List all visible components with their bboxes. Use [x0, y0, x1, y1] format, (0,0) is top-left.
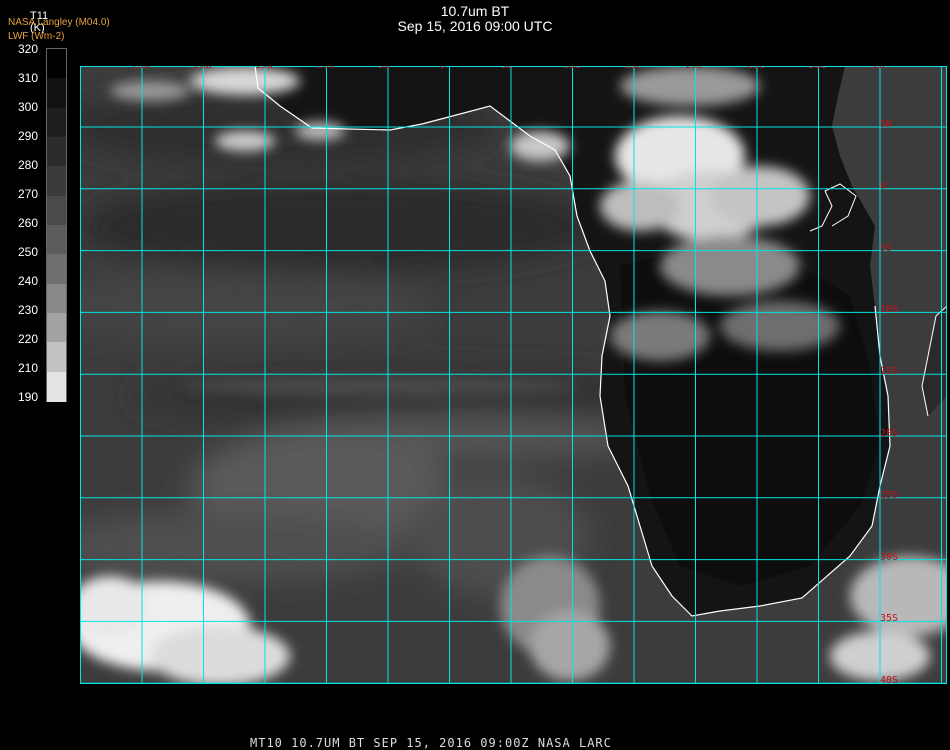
longitude-label: 20E	[686, 66, 704, 71]
colorbar-tick-label: 290	[18, 129, 39, 143]
latitude-label: 10S	[880, 304, 899, 316]
satellite-map: 25W 20W 15W 10W 5W 0 5E 10E 15E 20E 25E 30E 35E 5N 0 5…	[80, 66, 947, 684]
map-canvas	[80, 66, 947, 684]
colorbar-tick-label: 190	[18, 390, 39, 404]
latitude-label: 20S	[880, 428, 899, 439]
footer-caption: MT10 10.7UM BT SEP 15, 2016 09:00Z NASA …	[250, 736, 612, 750]
latitude-label: 25S	[880, 489, 899, 501]
colorbar-swatch	[47, 254, 66, 285]
colorbar-tick-label: 320	[18, 42, 39, 56]
latitude-label: 15S	[880, 366, 899, 378]
colorbar-swatch	[47, 107, 66, 138]
longitude-label: 5W	[378, 66, 390, 71]
colorbar-tick-label: 280	[18, 158, 39, 172]
longitude-label: 35E	[870, 66, 888, 71]
colorbar-tick-label: 270	[18, 187, 39, 201]
colorbar-tick-label: 310	[18, 71, 39, 85]
colorbar-tick-label: 300	[18, 100, 39, 114]
latitude-label: 30S	[880, 551, 899, 563]
colorbar-tick-label: 210	[18, 361, 39, 375]
longitude-label: 20W	[194, 66, 212, 71]
colorbar-swatch	[47, 137, 66, 167]
colorbar-tick-label: 240	[18, 274, 39, 288]
longitude-label: 30E	[809, 66, 827, 71]
colorbar-swatch	[47, 371, 66, 402]
colorbar	[46, 48, 67, 402]
longitude-label: 25E	[747, 66, 765, 71]
credit-source: NASA Langley (M04.0)	[8, 17, 110, 28]
colorbar-swatch	[47, 166, 66, 197]
longitude-label: 15E	[624, 66, 642, 71]
latitude-label: 5S	[880, 242, 893, 254]
credit-product: LWF (Wm-2)	[8, 31, 65, 42]
longitude-label: 5E	[501, 66, 513, 71]
latitude-label: 5N	[880, 119, 893, 130]
colorbar-swatch	[47, 195, 66, 226]
longitude-label: 0	[440, 66, 446, 71]
colorbar-swatch	[47, 78, 66, 109]
latitude-label: 35S	[880, 613, 899, 625]
image-title: 10.7um BT	[440, 3, 510, 19]
colorbar-swatch	[47, 49, 66, 79]
colorbar-swatch	[47, 225, 66, 255]
longitude-label: 10W	[317, 66, 335, 71]
colorbar-tick-label: 230	[18, 303, 39, 317]
colorbar-tick-label: 260	[18, 216, 39, 230]
longitude-label: 25W	[132, 66, 150, 71]
latitude-label: 0	[880, 180, 887, 192]
longitude-label: 15W	[255, 66, 273, 71]
colorbar-tick-label: 250	[18, 245, 39, 259]
longitude-label: 10E	[563, 66, 581, 71]
colorbar-swatch	[47, 313, 66, 343]
colorbar-tick-label: 220	[18, 332, 39, 346]
colorbar-swatch	[47, 342, 66, 373]
latitude-label: 40S	[880, 675, 899, 684]
colorbar-swatch	[47, 283, 66, 314]
image-timestamp: Sep 15, 2016 09:00 UTC	[397, 18, 553, 34]
